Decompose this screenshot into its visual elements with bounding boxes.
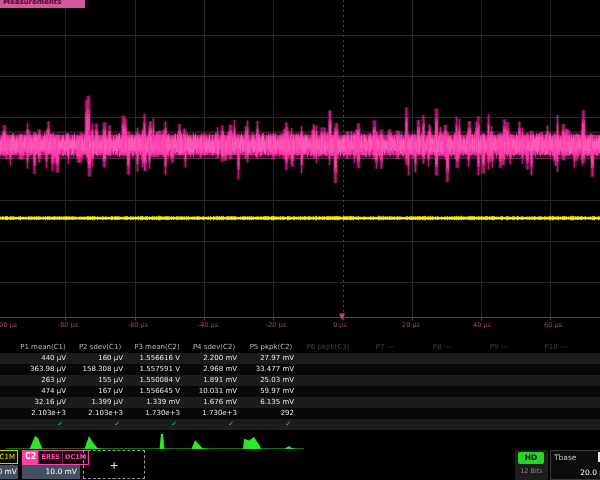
- channel-c2-title: C2 ERES DC1M: [22, 450, 89, 465]
- table-row: P1 mean(C1) P2 sdev(C1) P3 mean(C2) P4 sdev…: [0, 342, 600, 353]
- measure-value-cell: 6.135 mV: [239, 397, 294, 408]
- channel-c2-vdiv: 10.0 mV: [22, 465, 80, 479]
- hd-bits-label: 12 Bits: [515, 467, 548, 475]
- measure-value-cell: 59.97 mV: [239, 386, 294, 397]
- measure-value-cell: 2.103e+3: [68, 408, 123, 419]
- measure-value-cell: 1.556616 V: [125, 353, 180, 364]
- measure-column-header: P10 ---: [545, 342, 568, 353]
- table-row: 2.103e+32.103e+31.730e+31.730e+3292: [0, 408, 600, 419]
- time-axis-label: 40 µs: [473, 321, 491, 329]
- measure-value-cell: 263 µV: [11, 375, 66, 386]
- measure-column-header: P3 mean(C2): [134, 342, 180, 353]
- measure-value-cell: 33.477 mV: [239, 364, 294, 375]
- measure-value-cell: 2.968 mV: [182, 364, 237, 375]
- time-axis-label: 0 µs: [333, 321, 347, 329]
- measure-value-cell: 1.891 mV: [182, 375, 237, 386]
- descriptor-bar: C1 DC1M 10.0 mV C2 ERES DC1M 10.0 mV + H…: [0, 450, 600, 480]
- time-axis-label: -60 µs: [128, 321, 148, 329]
- measure-value-cell: 27.97 mV: [239, 353, 294, 364]
- measure-value-cell: 292: [239, 408, 294, 419]
- channel-c2-eres-tag: ERES: [38, 451, 62, 464]
- measure-column-header: P6 pkpk(C3): [307, 342, 350, 353]
- measure-value-cell: 32.16 µV: [11, 397, 66, 408]
- measure-value-cell: 158.308 µV: [68, 364, 123, 375]
- measure-value-cell: 160 µV: [68, 353, 123, 364]
- measure-status-check: ✓: [239, 419, 291, 430]
- table-row: ✓ ✓ ✓ ✓ ✓: [0, 419, 600, 430]
- measure-column-header: P7 ---: [376, 342, 394, 353]
- measure-column-header: P8 ---: [433, 342, 451, 353]
- measure-value-cell: 155 µV: [68, 375, 123, 386]
- channel-c1-title: C1 DC1M: [0, 450, 18, 464]
- measure-status-check: ✓: [11, 419, 63, 430]
- timebase-descriptor[interactable]: Tbase 20.0 µs: [550, 450, 600, 480]
- table-row: 32.16 µV1.399 µV1.339 mV1.676 mV6.135 mV: [0, 397, 600, 408]
- measure-value-cell: 1.676 mV: [182, 397, 237, 408]
- channel-c1-vdiv: 10.0 mV: [0, 465, 18, 479]
- measure-value-cell: 1.399 µV: [68, 397, 123, 408]
- timebase-label: Tbase: [554, 453, 576, 462]
- table-row: 363.98 µV158.308 µV1.557591 V2.968 mV33.…: [0, 364, 600, 375]
- trace-label-badge: Measurements: [0, 0, 85, 8]
- measure-column-header: P2 sdev(C1): [79, 342, 121, 353]
- measure-value-cell: 1.550084 V: [125, 375, 180, 386]
- measure-value-cell: 2.103e+3: [11, 408, 66, 419]
- measure-status-check: ✓: [68, 419, 120, 430]
- hd-badge: HD: [518, 452, 544, 464]
- measure-value-cell: 363.98 µV: [11, 364, 66, 375]
- measure-value-cell: 167 µV: [68, 386, 123, 397]
- measurement-table: P1 mean(C1) P2 sdev(C1) P3 mean(C2) P4 sdev…: [0, 342, 600, 430]
- channel-c2-label: C2: [23, 451, 38, 464]
- hd-mode-panel: HD 12 Bits: [515, 450, 548, 480]
- measure-column-header: P4 sdev(C2): [193, 342, 235, 353]
- measure-column-header: P1 mean(C1): [20, 342, 66, 353]
- time-axis-label: 60 µs: [544, 321, 562, 329]
- measure-status-check: ✓: [125, 419, 177, 430]
- time-axis-label: 20 µs: [402, 321, 420, 329]
- measure-value-cell: 10.031 mV: [182, 386, 237, 397]
- time-axis-label: -20 µs: [266, 321, 286, 329]
- measure-column-header: P5 pkpk(C2): [250, 342, 293, 353]
- measure-column-header: P9 ---: [490, 342, 508, 353]
- time-axis-label: -100 µs: [0, 321, 17, 329]
- add-trace-button[interactable]: +: [83, 450, 145, 479]
- timebase-value: 20.0 µs: [580, 468, 600, 477]
- oscilloscope-screen: Measurements -100 µs -80 µs -60 µs -40 µs -2…: [0, 0, 600, 480]
- measure-value-cell: 474 µV: [11, 386, 66, 397]
- time-axis-label: -40 µs: [198, 321, 218, 329]
- measure-value-cell: 440 µV: [11, 353, 66, 364]
- table-row: 474 µV167 µV1.556645 V10.031 mV59.97 mV: [0, 386, 600, 397]
- measure-value-cell: 1.730e+3: [125, 408, 180, 419]
- measure-status-check: ✓: [182, 419, 234, 430]
- measure-value-cell: 2.200 mV: [182, 353, 237, 364]
- table-row: 263 µV155 µV1.550084 V1.891 mV25.03 mV: [0, 375, 600, 386]
- measure-value-cell: 1.339 mV: [125, 397, 180, 408]
- measure-value-cell: 1.557591 V: [125, 364, 180, 375]
- time-axis-label: -80 µs: [58, 321, 78, 329]
- measure-value-cell: 1.556645 V: [125, 386, 180, 397]
- measure-value-cell: 25.03 mV: [239, 375, 294, 386]
- table-row: 440 µV160 µV1.556616 V2.200 mV27.97 mV: [0, 353, 600, 364]
- measure-value-cell: 1.730e+3: [182, 408, 237, 419]
